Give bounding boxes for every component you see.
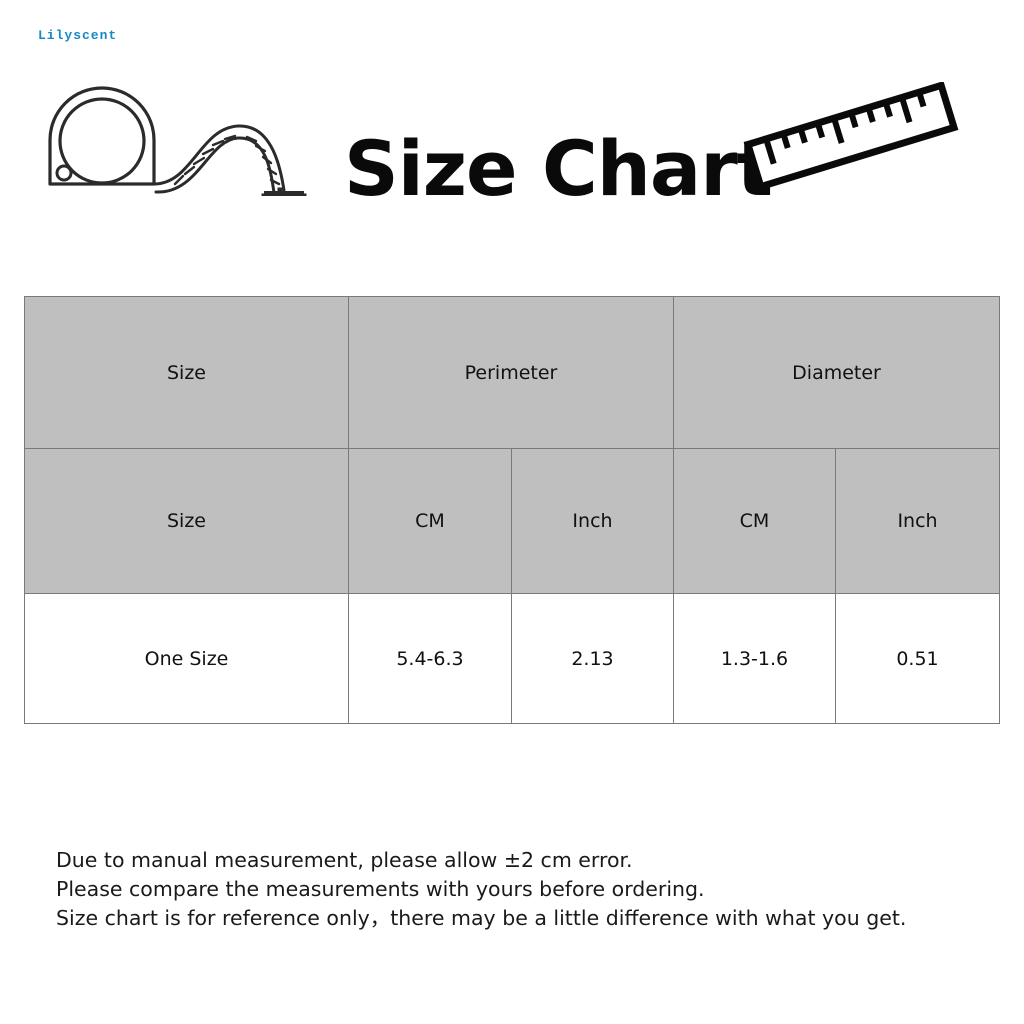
- table-sub-header-row: Size CM Inch CM Inch: [24, 448, 1001, 594]
- note-line-3: Size chart is for reference only，there m…: [56, 906, 907, 931]
- note-line-2: Please compare the measurements with you…: [56, 877, 705, 902]
- group-header-size: Size: [24, 296, 349, 449]
- table-row: One Size 5.4-6.3 2.13 1.3-1.6 0.51: [24, 593, 1001, 724]
- cell-diameter-cm: 1.3-1.6: [673, 593, 836, 724]
- sub-header-diameter-inch: Inch: [834, 448, 1001, 594]
- page-title: Size Chart: [344, 123, 773, 213]
- cell-perimeter-cm: 5.4-6.3: [348, 593, 512, 724]
- table-group-header-row: Size Perimeter Diameter: [24, 296, 1001, 449]
- tape-measure-icon: [42, 84, 362, 201]
- sub-header-size: Size: [24, 448, 349, 594]
- measurement-notes: Due to manual measurement, please allow …: [56, 846, 996, 933]
- cell-diameter-inch: 0.51: [834, 593, 1001, 724]
- cell-size: One Size: [24, 593, 349, 724]
- ruler-icon: [736, 81, 966, 195]
- sub-header-diameter-cm: CM: [673, 448, 836, 594]
- brand-watermark: Lilyscent: [38, 28, 118, 43]
- group-header-perimeter: Perimeter: [348, 296, 674, 449]
- size-chart-table: Size Perimeter Diameter Size CM Inch CM …: [24, 296, 1001, 724]
- header-band: Size Chart: [0, 72, 1024, 207]
- sub-header-perimeter-inch: Inch: [511, 448, 674, 594]
- cell-perimeter-inch: 2.13: [511, 593, 674, 724]
- note-line-1: Due to manual measurement, please allow …: [56, 848, 633, 872]
- sub-header-perimeter-cm: CM: [348, 448, 512, 594]
- group-header-diameter: Diameter: [672, 296, 1001, 449]
